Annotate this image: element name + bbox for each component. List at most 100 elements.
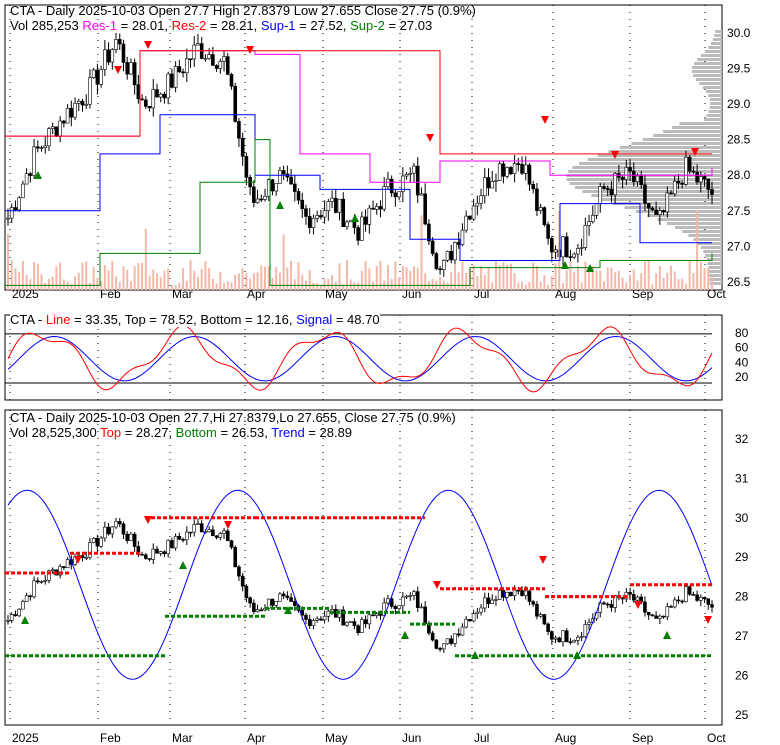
bottom-value: = 26.53,: [216, 425, 272, 440]
volume-profile-bar: [671, 126, 722, 129]
volume-bar: [595, 270, 598, 290]
candle-top: [326, 201, 331, 211]
candle-top: [47, 128, 51, 147]
candle-top: [319, 215, 323, 218]
candle-top: [9, 207, 14, 219]
candle-top: [166, 73, 170, 99]
candle-bottom: [196, 523, 200, 525]
volume-bar: [327, 278, 330, 290]
candle-top: [281, 170, 286, 175]
candle-bottom: [188, 531, 193, 534]
candle-top: [35, 146, 40, 149]
candle-bottom: [646, 611, 651, 616]
candle-bottom: [538, 614, 543, 617]
candle-top: [21, 183, 25, 199]
candle-bottom: [252, 602, 256, 613]
candle-top: [475, 202, 480, 207]
trend-panel-frame: [4, 409, 723, 726]
volume-bar: [308, 270, 311, 290]
candle-top: [300, 199, 305, 210]
volume-bar: [547, 284, 550, 290]
candle-top: [76, 100, 81, 104]
candle-bottom: [28, 595, 33, 598]
volume-bar: [267, 266, 270, 290]
candle-bottom: [605, 603, 610, 606]
volume-bar: [133, 266, 136, 290]
up-arrow-icon: [276, 201, 284, 209]
candle-top: [531, 184, 536, 190]
candle-top: [65, 108, 70, 124]
candle-bottom: [84, 556, 89, 559]
volume-bar: [580, 282, 583, 290]
candle-bottom: [24, 595, 29, 602]
candle-top: [434, 253, 439, 270]
volume-bar: [688, 260, 691, 290]
volume-bar: [602, 281, 605, 290]
candle-bottom: [129, 533, 133, 541]
candle-bottom: [322, 615, 327, 621]
candle-top: [129, 62, 133, 75]
candle-top: [211, 54, 215, 66]
volume-bar: [81, 262, 84, 290]
volume-profile-bar: [601, 198, 722, 201]
candle-bottom: [687, 586, 692, 595]
volume-profile-bar: [703, 118, 722, 121]
panel1-header: CTA - Daily 2025-10-03 Open 27.7 High 27…: [10, 3, 476, 18]
candle-top: [304, 208, 308, 217]
candle-top: [624, 167, 629, 180]
volume-bar: [103, 265, 106, 290]
candle-bottom: [643, 601, 647, 613]
month-label: Oct: [707, 287, 726, 301]
candle-top: [196, 43, 200, 46]
candle-top: [225, 56, 230, 75]
candle-bottom: [155, 548, 159, 554]
down-arrow-icon: [246, 46, 254, 54]
candle-bottom: [486, 597, 491, 604]
volume-bar: [528, 282, 531, 290]
volume-bar: [111, 260, 114, 290]
candle-bottom: [181, 539, 185, 541]
candle-bottom: [702, 597, 707, 600]
volume-bar: [208, 267, 211, 290]
volume-bar: [494, 260, 497, 290]
down-arrow-icon: [224, 521, 232, 529]
volume-profile-bar: [710, 102, 722, 105]
candle-bottom: [438, 648, 442, 650]
volume-bar: [88, 282, 91, 290]
top-label: Top: [100, 425, 122, 440]
volume-profile-bar: [695, 78, 722, 81]
volume-bar: [92, 266, 95, 290]
price-tick: 27.5: [727, 204, 751, 218]
candle-bottom: [512, 589, 517, 597]
candle-top: [505, 167, 509, 177]
candle-bottom: [307, 619, 312, 626]
volume-bar: [182, 268, 185, 290]
month-label: Sep: [632, 287, 654, 301]
volume-profile-bar: [579, 162, 722, 165]
candle-bottom: [658, 615, 662, 619]
panel3-volume: Vol 28,525,300: [10, 425, 101, 440]
candle-bottom: [523, 590, 528, 596]
month-label: Jul: [474, 731, 489, 745]
volume-bar: [662, 277, 665, 290]
volume-bar: [699, 262, 702, 290]
res2-label: Res-2: [171, 18, 207, 33]
candle-top: [680, 182, 685, 185]
candle-top: [345, 221, 349, 228]
candle-bottom: [479, 607, 483, 613]
candle-top: [117, 39, 122, 45]
candle-top: [73, 102, 77, 118]
volume-bar: [234, 274, 237, 290]
volume-bar: [539, 281, 542, 290]
candle-top: [445, 251, 450, 261]
candle-top: [605, 188, 610, 190]
price-tick: 29: [735, 550, 749, 564]
volume-bar: [521, 281, 524, 290]
volume-bar: [7, 233, 9, 290]
volume-profile-bar: [704, 50, 722, 53]
candle-bottom: [147, 558, 152, 560]
candle-top: [244, 156, 249, 178]
volume-bar: [655, 273, 658, 290]
volume-bar: [606, 267, 609, 290]
volume-bar: [185, 280, 188, 290]
